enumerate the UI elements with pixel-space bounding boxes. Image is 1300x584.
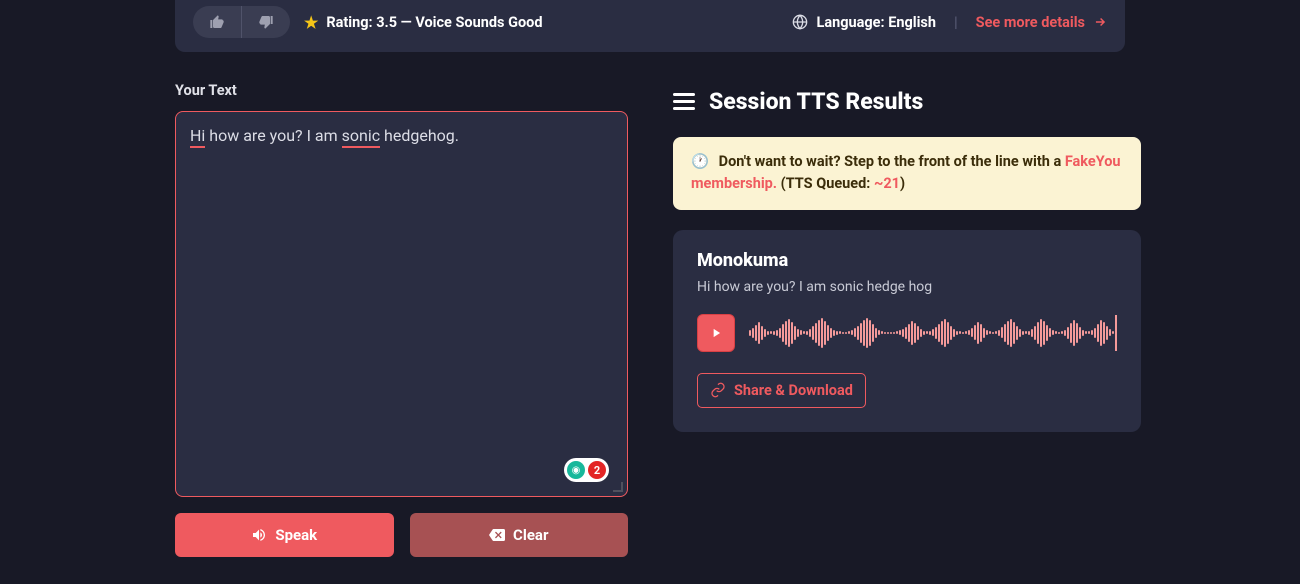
grammar-icon: ◉ (567, 461, 585, 479)
thumbs-up-button[interactable] (193, 6, 241, 38)
result-text: Hi how are you? I am sonic hedge hog (697, 279, 1117, 295)
grammar-badge[interactable]: ◉ 2 (564, 458, 609, 482)
speaker-icon (251, 527, 267, 543)
thumbs-down-icon (258, 14, 274, 30)
clock-icon: 🕐 (691, 153, 709, 170)
error-count: 2 (588, 461, 606, 479)
text-input[interactable]: Hi how are you? I am sonic hedgehog. ◉ 2 (175, 111, 628, 497)
rating-label: Rating: 3.5 — Voice Sounds Good (326, 14, 542, 31)
vote-group (193, 6, 290, 38)
link-icon (710, 382, 726, 398)
menu-icon (673, 93, 695, 111)
clear-button[interactable]: Clear (410, 513, 629, 557)
language-label: Language: English (816, 14, 936, 31)
resize-handle[interactable] (614, 483, 624, 493)
play-icon (709, 326, 723, 340)
queue-notice: 🕐 Don't want to wait? Step to the front … (673, 137, 1141, 210)
backspace-icon (489, 527, 505, 543)
results-heading: Session TTS Results (709, 88, 923, 115)
text-content: Hi how are you? I am sonic hedgehog. (176, 112, 627, 160)
globe-icon (792, 14, 808, 30)
waveform[interactable] (749, 313, 1117, 353)
play-button[interactable] (697, 314, 735, 352)
arrow-right-icon (1093, 15, 1107, 29)
thumbs-down-button[interactable] (242, 6, 290, 38)
result-card: Monokuma Hi how are you? I am sonic hedg… (673, 230, 1141, 432)
divider: | (954, 14, 958, 31)
input-label: Your Text (175, 82, 628, 99)
star-icon: ★ (304, 13, 318, 32)
share-download-button[interactable]: Share & Download (697, 373, 866, 408)
see-details-link[interactable]: See more details (976, 14, 1107, 31)
thumbs-up-icon (209, 14, 225, 30)
info-bar: ★ Rating: 3.5 — Voice Sounds Good Langua… (175, 0, 1125, 52)
result-title: Monokuma (697, 250, 1117, 271)
speak-button[interactable]: Speak (175, 513, 394, 557)
